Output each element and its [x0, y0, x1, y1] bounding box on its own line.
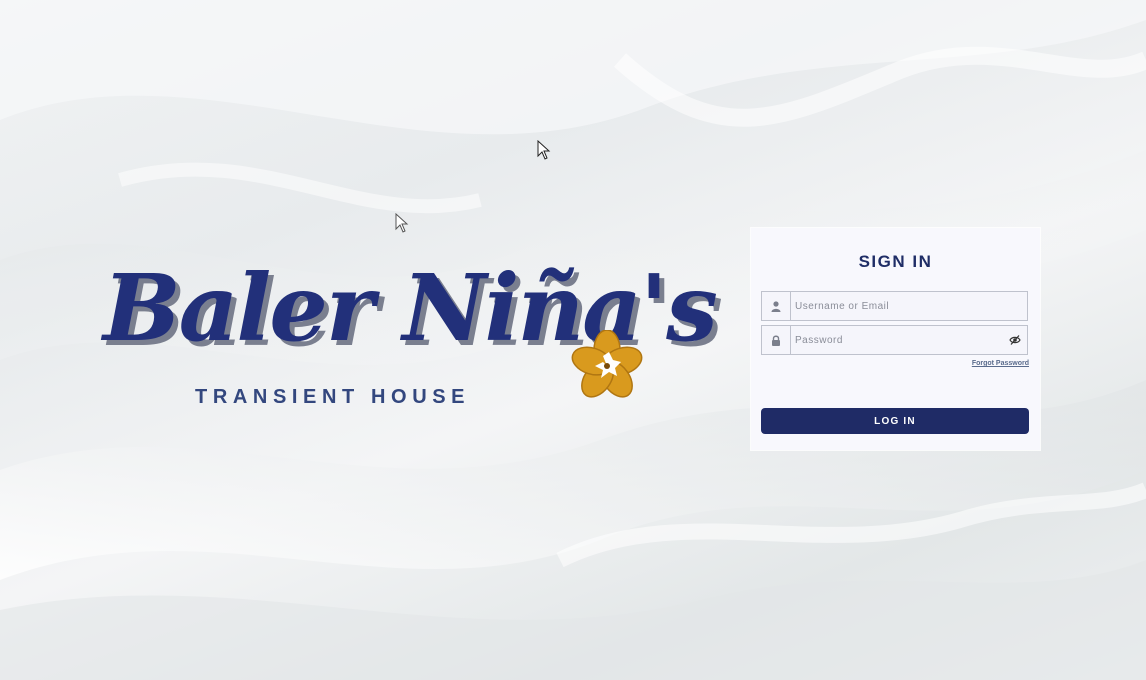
- hibiscus-flower-icon: [571, 330, 643, 398]
- signin-card: SIGN IN Fo: [751, 228, 1040, 450]
- password-input[interactable]: [791, 326, 1005, 354]
- user-icon: [762, 292, 791, 320]
- login-page: Baler Niña's TRANSIENT HOUSE SIGN IN Use…: [0, 0, 1146, 680]
- username-input[interactable]: [791, 292, 1005, 320]
- mouse-cursor-icon: [395, 213, 409, 233]
- mouse-cursor-icon: [537, 140, 551, 160]
- brand-logo: Baler Niña's TRANSIENT HOUSE: [95, 262, 718, 412]
- login-button[interactable]: LOG IN: [761, 408, 1029, 434]
- password-field: [761, 325, 1028, 355]
- signin-title: SIGN IN: [858, 252, 933, 271]
- lock-icon: [762, 326, 791, 354]
- forgot-password-link[interactable]: Forgot Password: [972, 360, 1029, 367]
- username-field: [761, 291, 1028, 321]
- eye-slash-icon[interactable]: [1009, 334, 1021, 346]
- brand-tagline: TRANSIENT HOUSE: [195, 386, 471, 408]
